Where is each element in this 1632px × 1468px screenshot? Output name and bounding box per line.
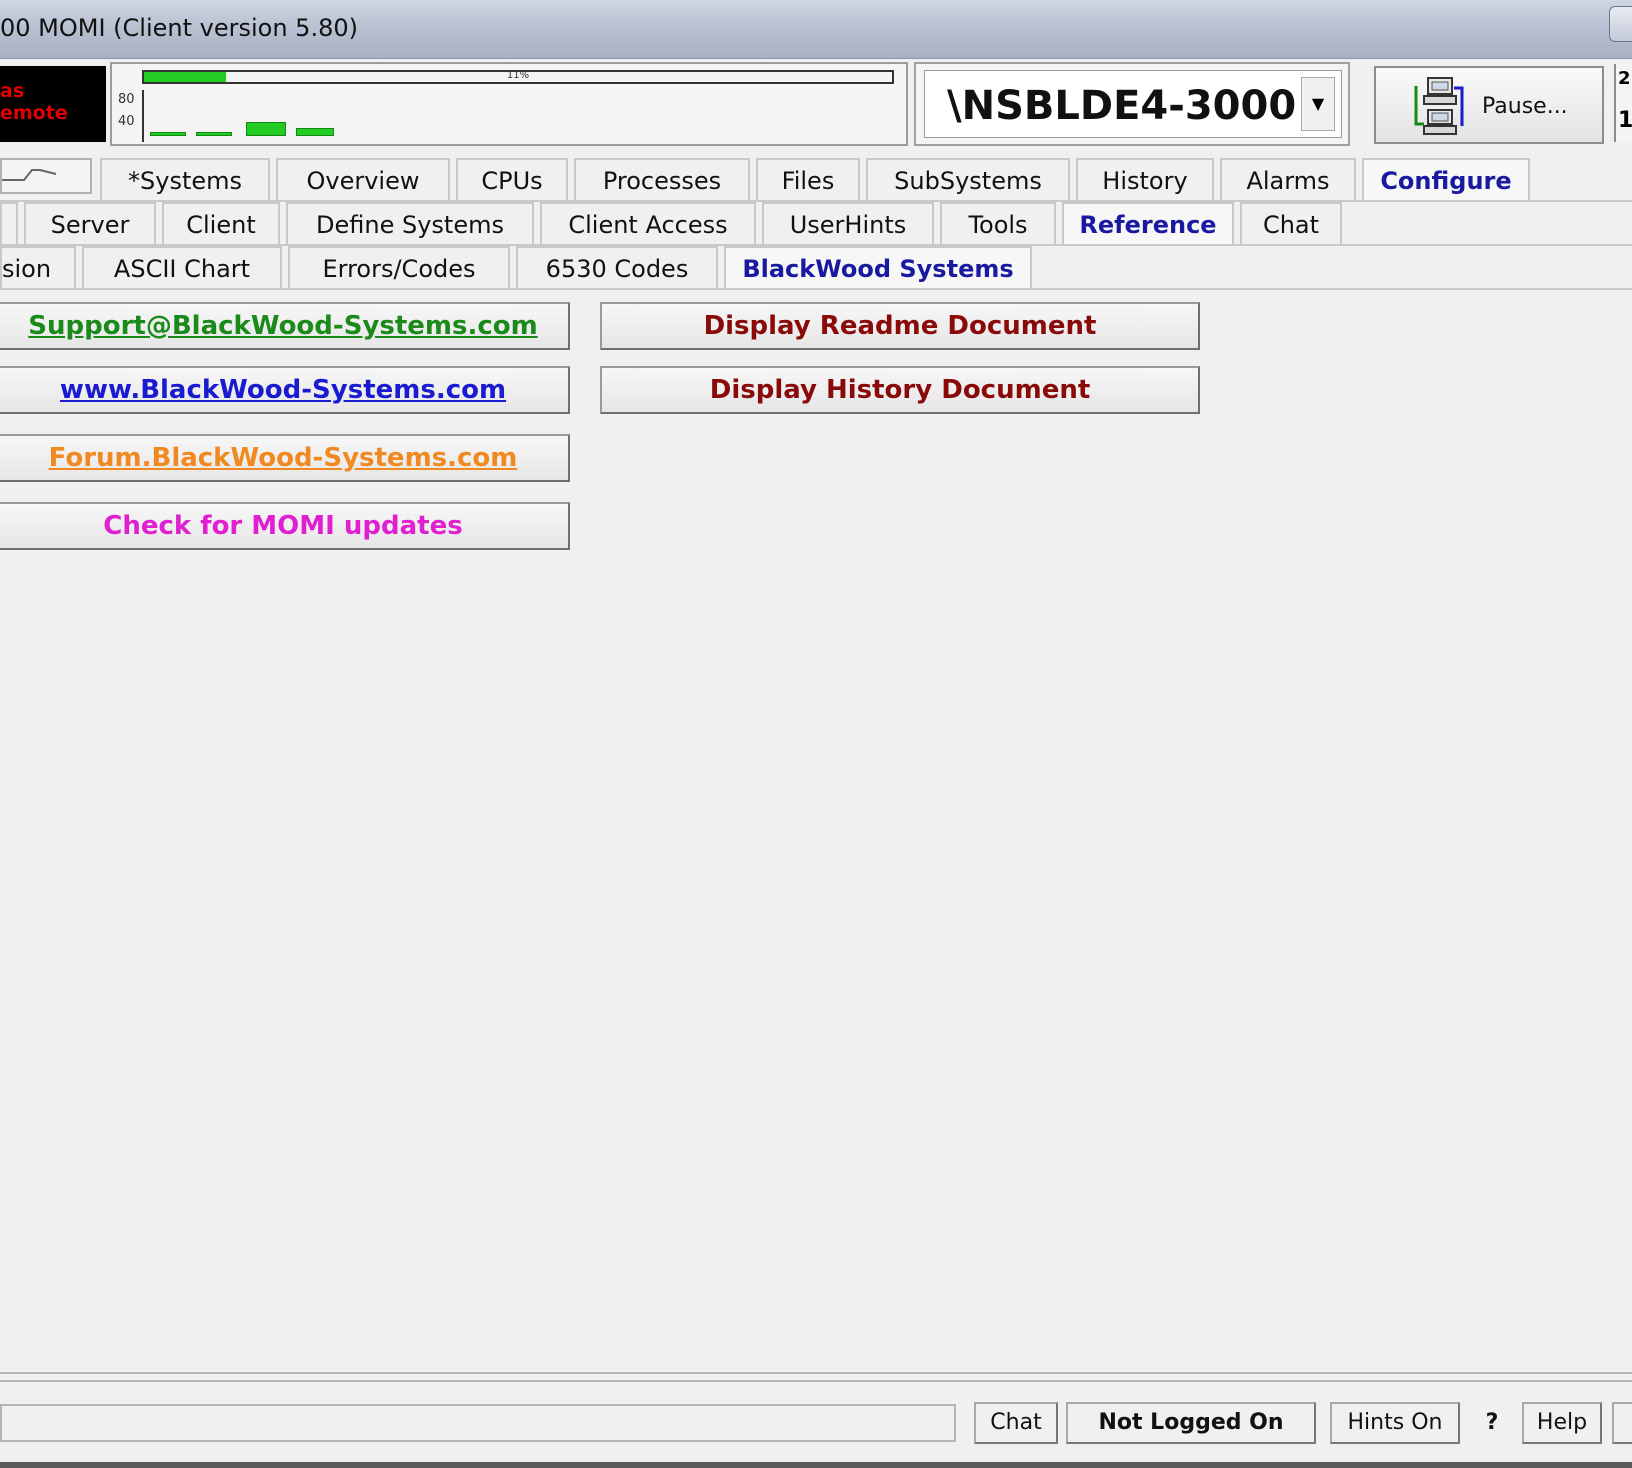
graph-bar: [296, 128, 334, 136]
tab-errors-codes[interactable]: Errors/Codes: [288, 246, 510, 290]
tab-row-reference: sion ASCII Chart Errors/Codes 6530 Codes…: [0, 246, 1632, 290]
status-edge-button[interactable]: [1612, 1402, 1632, 1444]
chat-button[interactable]: Chat: [974, 1402, 1058, 1444]
computers-sync-icon: [1414, 77, 1464, 135]
tab-subsystems[interactable]: SubSystems: [866, 158, 1070, 202]
tab-processes[interactable]: Processes: [574, 158, 750, 202]
tab-configure[interactable]: Configure: [1362, 158, 1530, 202]
tab-client-access[interactable]: Client Access: [540, 202, 756, 246]
tab-reference[interactable]: Reference: [1062, 202, 1234, 246]
system-name: \NSBLDE4-3000: [947, 83, 1297, 129]
website-link[interactable]: www.BlackWood-Systems.com: [0, 366, 570, 414]
forum-link[interactable]: Forum.BlackWood-Systems.com: [0, 434, 570, 482]
graph-tick-80: 80: [118, 92, 135, 107]
tab-row-main: *Systems Overview CPUs Processes Files S…: [0, 158, 1632, 202]
display-readme-button[interactable]: Display Readme Document: [600, 302, 1200, 350]
status-line-1: as: [0, 80, 25, 102]
cpu-progress-label: 11%: [506, 70, 530, 81]
tab-server[interactable]: Server: [24, 202, 156, 246]
edge-digit-bottom: 1: [1618, 108, 1632, 133]
check-updates-button[interactable]: Check for MOMI updates: [0, 502, 570, 550]
tab-ascii-chart[interactable]: ASCII Chart: [82, 246, 282, 290]
help-button[interactable]: Help: [1522, 1402, 1602, 1444]
status-line-2: emote: [0, 102, 68, 124]
status-divider: [0, 1380, 1632, 1382]
tab-version[interactable]: sion: [0, 246, 76, 290]
pause-label: Pause...: [1482, 94, 1568, 119]
status-message-field: [0, 1404, 956, 1442]
tab-cpus[interactable]: CPUs: [456, 158, 568, 202]
cpu-progress-bar: 11%: [142, 70, 894, 84]
tab-row-divider: [0, 288, 1632, 290]
graph-tick-40: 40: [118, 114, 135, 129]
graph-axis: [142, 90, 144, 142]
support-email-link[interactable]: Support@BlackWood-Systems.com: [0, 302, 570, 350]
tab-6530-codes[interactable]: 6530 Codes: [516, 246, 718, 290]
login-status-button[interactable]: Not Logged On: [1066, 1402, 1316, 1444]
tab-chat[interactable]: Chat: [1240, 202, 1342, 246]
tab-systems[interactable]: *Systems: [100, 158, 270, 202]
hints-toggle-button[interactable]: Hints On: [1330, 1402, 1460, 1444]
status-indicator: as emote: [0, 66, 106, 142]
system-selector: \NSBLDE4-3000 ▼: [914, 62, 1350, 146]
window-bottom-edge: [0, 1462, 1632, 1468]
tab-client[interactable]: Client: [162, 202, 280, 246]
tab-history[interactable]: History: [1076, 158, 1214, 202]
edge-digit-top: 2: [1618, 68, 1631, 89]
display-history-button[interactable]: Display History Document: [600, 366, 1200, 414]
tab-tools[interactable]: Tools: [940, 202, 1056, 246]
pause-button[interactable]: Pause...: [1374, 66, 1604, 144]
status-divider: [0, 1372, 1632, 1374]
title-bar: 00 MOMI (Client version 5.80): [0, 0, 1632, 59]
chevron-down-icon[interactable]: ▼: [1301, 77, 1335, 131]
system-dropdown[interactable]: \NSBLDE4-3000 ▼: [924, 70, 1342, 138]
graph-bar: [246, 122, 286, 136]
graph-bar: [150, 132, 186, 136]
tab-alarms[interactable]: Alarms: [1220, 158, 1356, 202]
tab-files[interactable]: Files: [756, 158, 860, 202]
activity-graph: 11% 80 40: [110, 62, 908, 146]
tab-blackwood-systems[interactable]: BlackWood Systems: [724, 246, 1032, 290]
window-title: 00 MOMI (Client version 5.80): [0, 14, 358, 42]
toolbar-edge-panel: 2 1: [1614, 64, 1632, 142]
tab-overview[interactable]: Overview: [276, 158, 450, 202]
question-icon[interactable]: ?: [1472, 1402, 1512, 1444]
tab-partial[interactable]: [0, 202, 18, 246]
tab-row-configure: Server Client Define Systems Client Acce…: [0, 202, 1632, 246]
tab-userhints[interactable]: UserHints: [762, 202, 934, 246]
window-control-button[interactable]: [1609, 6, 1632, 42]
graph-bar: [196, 132, 232, 136]
tab-define-systems[interactable]: Define Systems: [286, 202, 534, 246]
